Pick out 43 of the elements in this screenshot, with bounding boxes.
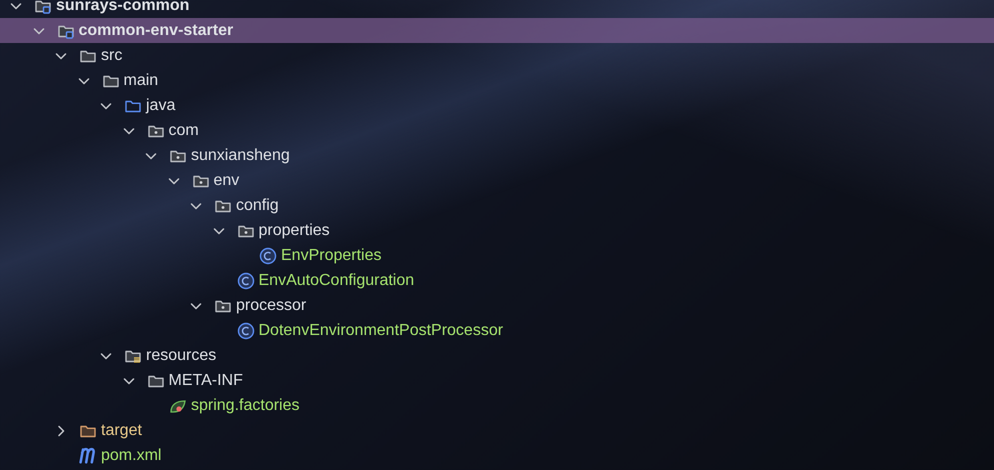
tree-item-label: common-env-starter <box>78 22 234 40</box>
tree-item-label: src <box>101 46 122 64</box>
tree-item-label: resources <box>146 346 216 364</box>
tree-item-label: env <box>214 172 240 190</box>
tree-row[interactable]: config <box>0 193 994 218</box>
tree-row[interactable]: pom.xml <box>0 443 994 468</box>
tree-row[interactable]: common-env-starter <box>0 18 994 43</box>
tree-row[interactable]: EnvProperties <box>0 243 994 268</box>
tree-row[interactable]: spring.factories <box>0 393 994 418</box>
tree-row[interactable]: target <box>0 418 994 443</box>
tree-row[interactable]: resources <box>0 343 994 368</box>
tree-item-label: META-INF <box>168 372 243 390</box>
tree-item-label: sunrays-common <box>56 0 190 14</box>
tree-row[interactable]: main <box>0 68 994 93</box>
module-folder-icon <box>34 0 52 14</box>
tree-row[interactable]: DotenvEnvironmentPostProcessor <box>0 318 994 343</box>
class-icon <box>259 246 277 264</box>
tree-row[interactable]: EnvAutoConfiguration <box>0 268 994 293</box>
tree-item-label: pom.xml <box>101 446 162 464</box>
tree-item-label: properties <box>258 222 330 240</box>
tree-item-label: spring.factories <box>191 396 300 414</box>
tree-row[interactable]: com <box>0 118 994 143</box>
tree-row[interactable]: properties <box>0 218 994 243</box>
tree-item-label: EnvProperties <box>281 246 382 264</box>
tree-row[interactable]: src <box>0 43 994 68</box>
tree-item-label: config <box>236 196 279 214</box>
tree-item-label: processor <box>236 296 306 314</box>
tree-row[interactable]: processor <box>0 293 994 318</box>
tree-item-label: java <box>146 96 176 114</box>
tree-row[interactable]: sunrays-common <box>0 0 994 18</box>
tree-item-label: EnvAutoConfiguration <box>258 272 414 290</box>
class-icon <box>236 322 254 340</box>
tree-item-label: com <box>168 122 199 140</box>
tree-item-label: DotenvEnvironmentPostProcessor <box>258 322 504 340</box>
tree-item-label: sunxiansheng <box>191 146 290 164</box>
tree-item-label: target <box>101 422 142 440</box>
class-icon <box>236 272 254 290</box>
tree-row[interactable]: java <box>0 93 994 118</box>
tree-item-label: main <box>124 72 158 90</box>
tree-row[interactable]: META-INF <box>0 368 994 393</box>
tree-row[interactable]: sunxiansheng <box>0 143 994 168</box>
maven-icon <box>79 447 95 464</box>
tree-row[interactable]: env <box>0 168 994 193</box>
